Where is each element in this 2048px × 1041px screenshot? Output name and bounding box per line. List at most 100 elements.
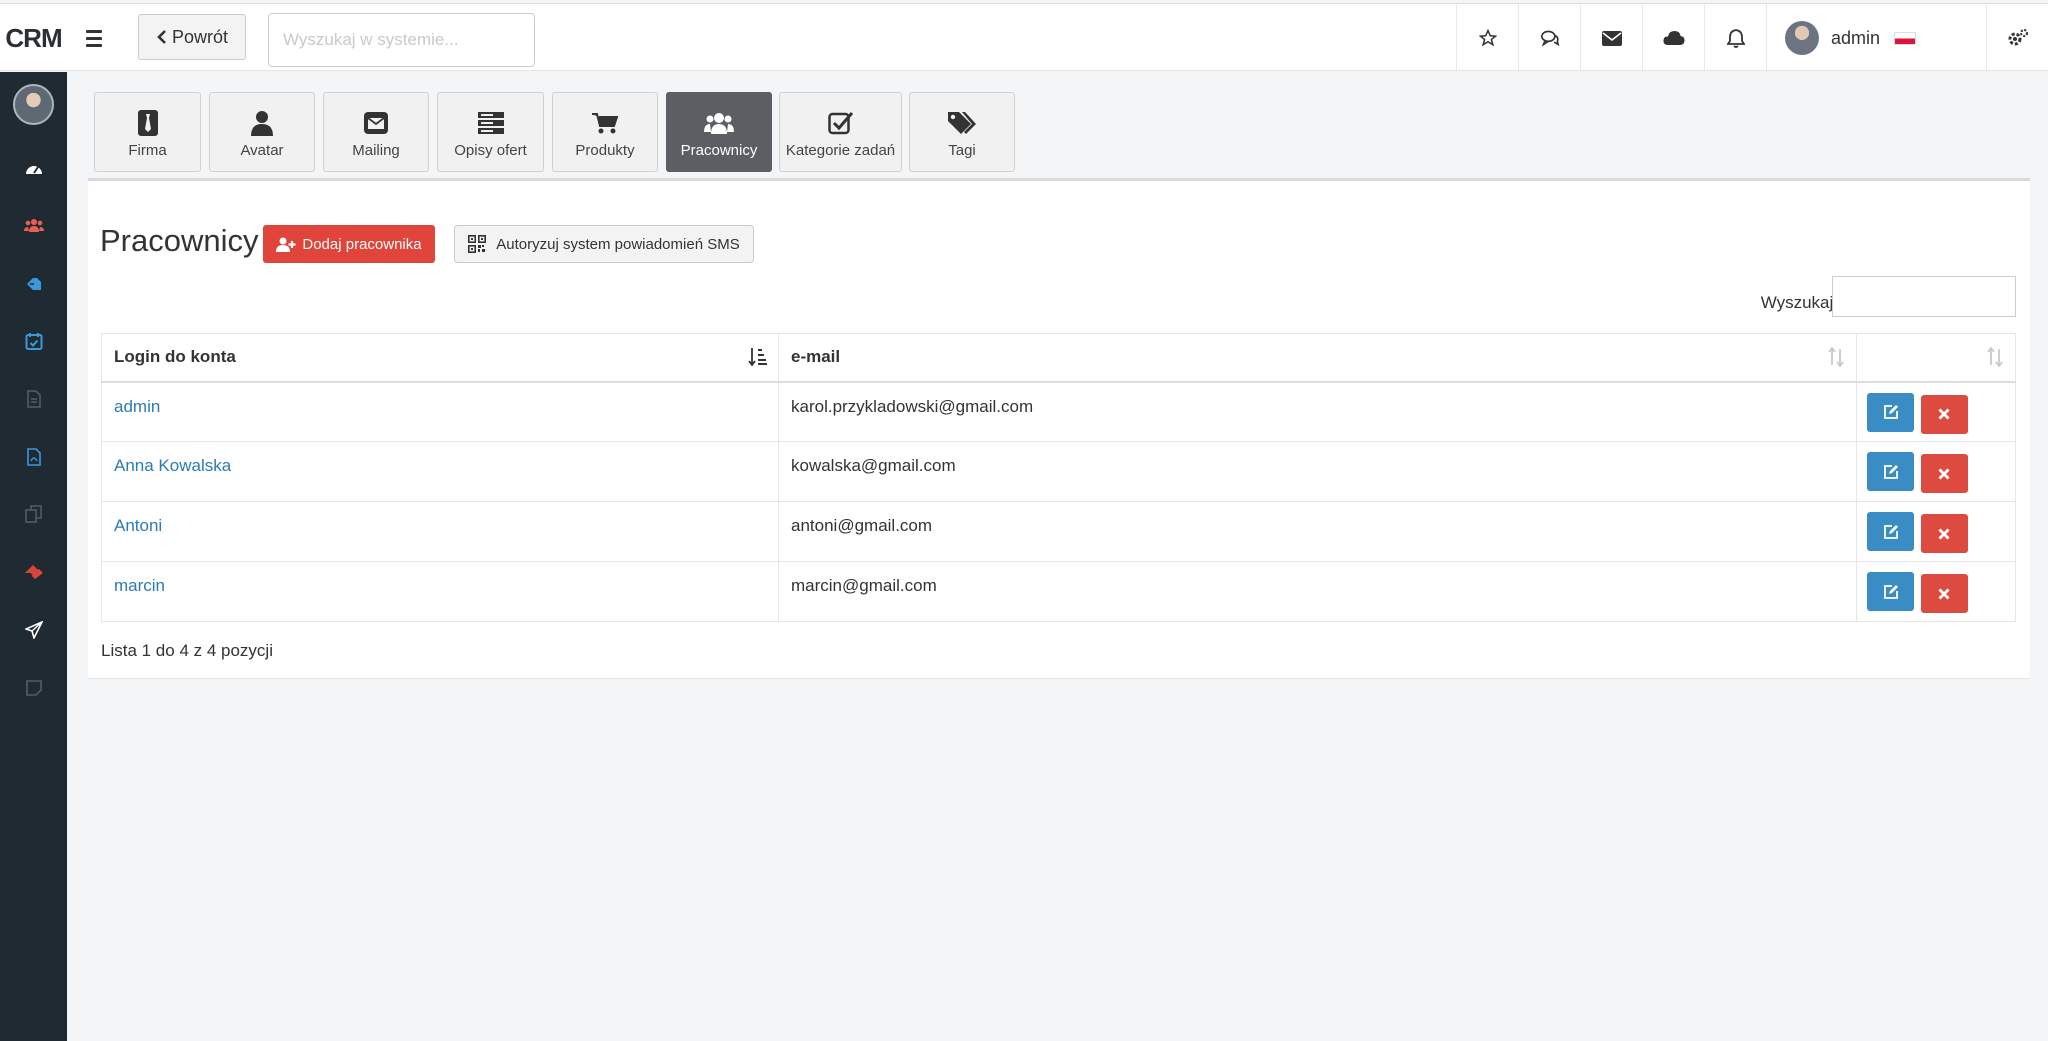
flag-pl-icon (1894, 31, 1917, 45)
tab-opisy-ofert[interactable]: Opisy ofert (437, 92, 544, 172)
favorites-button[interactable] (1456, 4, 1518, 72)
sidebar-item-users[interactable] (0, 205, 67, 245)
user-menu[interactable]: admin (1766, 4, 1986, 72)
tab-firma[interactable]: Firma (94, 92, 201, 172)
column-header-label: e-mail (791, 347, 841, 367)
employee-login-link[interactable]: admin (101, 381, 779, 442)
files-icon (24, 505, 42, 523)
cloud-icon (1662, 31, 1685, 45)
tab-label: Kategorie zadań (785, 142, 896, 159)
sort-icon (1828, 347, 1844, 367)
notifications-button[interactable] (1704, 4, 1766, 72)
edit-icon (1883, 405, 1898, 419)
back-button-label: Powrót (171, 26, 229, 47)
close-icon (1938, 528, 1950, 539)
bell-icon (1726, 29, 1745, 48)
envelope-square-icon (364, 112, 388, 134)
tab-label: Produkty (575, 142, 635, 159)
avatar (1785, 21, 1819, 55)
cart-icon (592, 113, 618, 134)
sidebar-item-documents[interactable] (0, 379, 67, 419)
calendar-check-icon (25, 333, 42, 350)
authorize-sms-button[interactable]: Autoryzuj system powiadomień SMS (454, 225, 754, 263)
row-actions (1856, 501, 2016, 562)
sort-asc-icon (748, 348, 767, 367)
add-employee-button[interactable]: Dodaj pracownika (263, 225, 435, 263)
sidebar-item-send[interactable] (0, 610, 67, 650)
settings-button[interactable] (1986, 4, 2048, 72)
delete-button[interactable] (1920, 454, 1968, 493)
employees-table: Login do konta e-mail admin karol.przykl… (101, 333, 2016, 622)
edit-button[interactable] (1867, 572, 1914, 611)
global-search-input[interactable] (268, 13, 535, 67)
sidebar-item-notes[interactable] (0, 668, 67, 708)
chevron-left-icon (157, 30, 166, 44)
star-icon (1478, 29, 1497, 47)
add-employee-label: Dodaj pracownika (302, 235, 422, 253)
tab-pracownicy[interactable]: Pracownicy (666, 92, 772, 172)
employee-login-link[interactable]: Anna Kowalska (101, 441, 779, 502)
users-icon (704, 113, 734, 134)
menu-toggle-icon[interactable] (78, 24, 110, 52)
chat-button[interactable] (1518, 4, 1580, 72)
employee-login-link[interactable]: marcin (101, 561, 779, 622)
delete-button[interactable] (1920, 574, 1968, 613)
sidebar-item-copies[interactable] (0, 494, 67, 534)
page-title: Pracownicy (100, 223, 259, 258)
handshake-icon (26, 278, 41, 290)
server-icon (477, 112, 504, 134)
sidebar-item-contacts[interactable] (0, 263, 67, 303)
edit-icon (1883, 524, 1898, 539)
qrcode-icon (468, 235, 487, 253)
tab-avatar[interactable]: Avatar (209, 92, 315, 172)
column-header-actions[interactable] (1856, 333, 2016, 383)
edit-icon (1883, 584, 1898, 599)
table-search-input[interactable] (1832, 276, 2016, 317)
sidebar-item-tickets[interactable] (0, 552, 67, 592)
back-button[interactable]: Powrót (138, 14, 246, 60)
edit-button[interactable] (1867, 512, 1914, 551)
authorize-sms-label: Autoryzuj system powiadomień SMS (496, 235, 740, 253)
sidebar (0, 72, 67, 1041)
edit-button[interactable] (1867, 452, 1914, 491)
user-plus-icon (276, 237, 296, 252)
employee-email: kowalska@gmail.com (778, 441, 1857, 502)
table-row: admin karol.przykladowski@gmail.com (101, 381, 2016, 442)
tab-kategorie-zadan[interactable]: Kategorie zadań (779, 92, 902, 172)
users-icon (23, 219, 44, 232)
delete-button[interactable] (1920, 514, 1968, 553)
brand-logo[interactable]: CRM (0, 4, 67, 72)
table-row: marcin marcin@gmail.com (101, 561, 2016, 622)
employee-email: karol.przykladowski@gmail.com (778, 381, 1857, 442)
table-row: Anna Kowalska kowalska@gmail.com (101, 441, 2016, 502)
sidebar-item-calendar[interactable] (0, 321, 67, 361)
tab-label: Mailing (352, 142, 400, 159)
sidebar-item-dashboard[interactable] (0, 148, 67, 188)
tab-mailing[interactable]: Mailing (323, 92, 429, 172)
employee-login-link[interactable]: Antoni (101, 501, 779, 562)
cloud-button[interactable] (1642, 4, 1704, 72)
tab-tagi[interactable]: Tagi (909, 92, 1015, 172)
file-text-icon (26, 390, 41, 408)
column-header-label: Login do konta (114, 347, 236, 367)
ticket-icon (24, 565, 43, 579)
table-search-label: Wyszukaj: (1760, 293, 1838, 312)
sort-icon (1987, 347, 2003, 367)
user-icon (251, 111, 273, 136)
edit-button[interactable] (1867, 392, 1914, 432)
sidebar-item-pdf[interactable] (0, 437, 67, 477)
delete-button[interactable] (1920, 394, 1968, 434)
row-actions (1856, 381, 2016, 442)
column-header-login[interactable]: Login do konta (101, 333, 779, 383)
sidebar-avatar[interactable] (13, 84, 54, 125)
tab-label: Pracownicy (680, 142, 758, 159)
mail-button[interactable] (1580, 4, 1642, 72)
tab-label: Opisy ofert (454, 142, 527, 159)
tab-produkty[interactable]: Produkty (552, 92, 658, 172)
user-name: admin (1831, 27, 1881, 48)
table-header-row: Login do konta e-mail (101, 333, 2016, 383)
tie-icon (137, 110, 158, 136)
column-header-email[interactable]: e-mail (778, 333, 1857, 383)
dashboard-icon (25, 166, 42, 174)
row-actions (1856, 561, 2016, 622)
